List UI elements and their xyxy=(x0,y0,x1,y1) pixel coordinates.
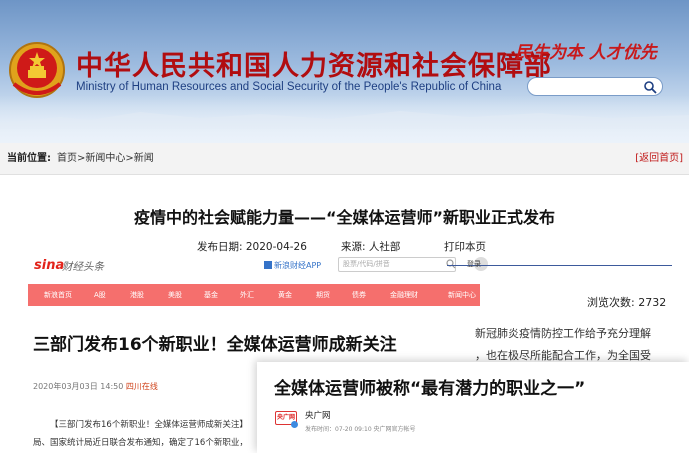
search-input[interactable] xyxy=(527,77,663,96)
nav-item: 金融理财 xyxy=(390,291,418,299)
nav-item: 外汇 xyxy=(240,291,254,299)
sina-subtitle: 财经头条 xyxy=(62,261,104,273)
search-icon xyxy=(446,259,456,269)
nav-item: 新浪首页 xyxy=(44,291,72,299)
sina-login-text: 登录 xyxy=(467,260,481,268)
slogan: 民生为本 人才优先 xyxy=(515,43,657,63)
nav-item: A股 xyxy=(94,291,106,299)
ministry-title: 中华人民共和国人力资源和社会保障部 xyxy=(76,51,552,82)
sina-app-link: 新浪财经APP xyxy=(264,260,321,271)
breadcrumb-path[interactable]: 首页>新闻中心>新闻 xyxy=(57,143,154,175)
overlay-title: 全媒体运营师被称“最有潜力的职业之一” xyxy=(274,379,586,399)
nav-item: 港股 xyxy=(130,291,144,299)
embedded-nav-bar: 新浪首页 A股 港股 美股 基金 外汇 黄金 期货 债券 金融理财 新闻中心 xyxy=(28,284,480,306)
nav-item: 黄金 xyxy=(278,291,292,299)
embedded-sina-header: sina 财经头条 新浪财经APP 股票/代码/拼音 xyxy=(28,252,488,280)
body-line: 局、国家统计局近日联合发布通知，确定了16个新职业， xyxy=(33,438,248,448)
breadcrumb: 当前位置: 首页>新闻中心>新闻 [返回首页] xyxy=(0,143,689,175)
embedded-date: 2020年03月03日 14:50 四川在线 xyxy=(33,381,158,392)
nav-item: 债券 xyxy=(352,291,366,299)
side-text-line: ，也在极尽所能配合工作，为全国受 xyxy=(475,349,651,362)
verified-icon xyxy=(291,421,298,428)
search-icon[interactable] xyxy=(643,80,657,94)
nav-item: 基金 xyxy=(204,291,218,299)
body-line: 【三部门发布16个新职业！全媒体运营师成新关注】 xyxy=(50,420,248,430)
header-banner: 中华人民共和国人力资源和社会保障部 Ministry of Human Reso… xyxy=(0,0,689,143)
account-name: 央广网 xyxy=(305,411,331,421)
back-home-link[interactable]: [返回首页] xyxy=(635,143,683,175)
ministry-title-english: Ministry of Human Resources and Social S… xyxy=(76,81,502,93)
sina-search-field: 股票/代码/拼音 xyxy=(338,257,456,272)
sina-app-link-label: 新浪财经APP xyxy=(274,261,322,270)
app-icon xyxy=(264,261,272,269)
embedded-date-text: 2020年03月03日 14:50 xyxy=(33,382,124,391)
nav-item: 美股 xyxy=(168,291,182,299)
nav-item: 期货 xyxy=(316,291,330,299)
sina-logo: sina xyxy=(34,258,65,273)
breadcrumb-label: 当前位置: xyxy=(7,153,51,164)
embedded-headline: 三部门发布16个新职业！全媒体运营师成新关注 xyxy=(33,335,397,355)
article-title: 疫情中的社会赋能力量——“全媒体运营师”新职业正式发布 xyxy=(133,208,556,227)
view-count: 浏览次数: 2732 xyxy=(587,296,667,309)
side-text-line: 新冠肺炎疫情防控工作给予充分理解 xyxy=(475,327,651,340)
national-emblem-icon xyxy=(9,42,65,98)
overlay-card: 全媒体运营师被称“最有潜力的职业之一” 央广网 央广网 发布时间：07-20 0… xyxy=(257,362,689,453)
embedded-date-source: 四川在线 xyxy=(125,382,158,391)
account-meta: 发布时间：07-20 09:10 央广网官方帐号 xyxy=(305,426,416,433)
nav-item: 新闻中心 xyxy=(448,291,476,299)
